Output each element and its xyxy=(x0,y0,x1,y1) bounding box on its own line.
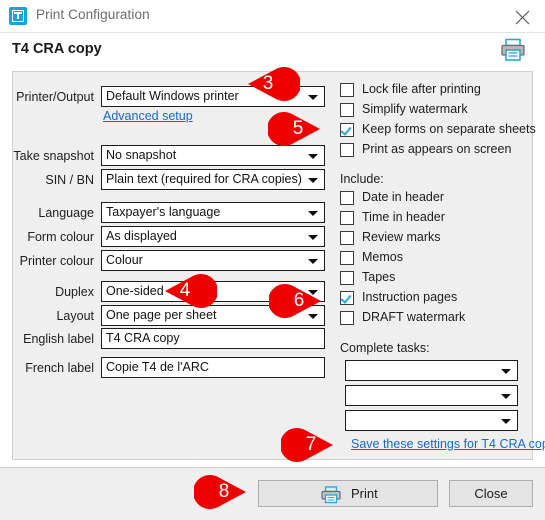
callout-number: 3 xyxy=(262,73,274,94)
checkbox-label: Review marks xyxy=(362,230,441,244)
chevron-down-icon xyxy=(501,394,511,399)
callout-number: 6 xyxy=(293,290,305,311)
checkbox-label: Tapes xyxy=(362,270,396,284)
form-label: Language xyxy=(38,206,94,220)
combo-box[interactable]: Colour xyxy=(101,250,325,271)
checkbox-icon[interactable] xyxy=(340,251,354,265)
close-button[interactable]: Close xyxy=(449,480,533,507)
printer-glyph xyxy=(321,486,341,504)
chevron-down-icon xyxy=(501,369,511,374)
checkbox-icon[interactable] xyxy=(340,191,354,205)
complete-tasks-heading: Complete tasks: xyxy=(340,341,430,355)
form-label: Duplex xyxy=(55,285,94,299)
advanced-setup-link[interactable]: Advanced setup xyxy=(103,109,193,123)
window-title: Print Configuration xyxy=(36,7,150,22)
chevron-down-icon xyxy=(308,178,318,183)
text-input[interactable]: Copie T4 de l'ARC xyxy=(101,357,325,378)
callout-number: 8 xyxy=(218,481,230,502)
checkbox-checked-icon[interactable] xyxy=(340,123,354,137)
combo-box[interactable]: Plain text (required for CRA copies) xyxy=(101,169,325,190)
form-label: Layout xyxy=(56,309,94,323)
print-button-label: Print xyxy=(351,486,378,501)
form-label: SIN / BN xyxy=(45,173,94,187)
form-label: English label xyxy=(23,332,94,346)
form-label: French label xyxy=(25,361,94,375)
printer-glyph xyxy=(501,38,525,61)
field-value: As displayed xyxy=(106,229,177,243)
callout-marker: 7 xyxy=(281,424,335,466)
chevron-down-icon xyxy=(308,211,318,216)
form-label: Printer/Output xyxy=(16,90,94,104)
complete-task-combo[interactable] xyxy=(345,385,518,406)
checkbox-icon[interactable] xyxy=(340,211,354,225)
checkbox-icon[interactable] xyxy=(340,271,354,285)
field-value: Taxpayer's language xyxy=(106,205,221,219)
checkbox-checked-icon[interactable] xyxy=(340,291,354,305)
callout-number: 5 xyxy=(292,118,304,139)
callout-marker: 3 xyxy=(246,63,300,105)
field-value: Default Windows printer xyxy=(106,89,239,103)
close-glyph xyxy=(515,10,530,25)
checkbox-label: Date in header xyxy=(362,190,445,204)
checkbox-label: Keep forms on separate sheets xyxy=(362,122,536,136)
callout-number: 4 xyxy=(179,280,191,301)
title-bar: Print Configuration xyxy=(0,0,545,33)
complete-task-combo[interactable] xyxy=(345,360,518,381)
chevron-down-icon xyxy=(308,95,318,100)
checkbox-label: DRAFT watermark xyxy=(362,310,466,324)
field-value: T4 CRA copy xyxy=(106,331,180,345)
checkbox-icon[interactable] xyxy=(340,143,354,157)
checkbox-icon[interactable] xyxy=(340,231,354,245)
field-value: Plain text (required for CRA copies) xyxy=(106,172,302,186)
checkbox-label: Instruction pages xyxy=(362,290,458,304)
taxprep-app-icon xyxy=(9,7,27,25)
field-value: One-sided xyxy=(106,284,164,298)
combo-box[interactable]: As displayed xyxy=(101,226,325,247)
checkbox-icon[interactable] xyxy=(340,311,354,325)
print-button[interactable]: Print xyxy=(258,480,438,507)
chevron-down-icon xyxy=(501,419,511,424)
form-label: Form colour xyxy=(27,230,94,244)
printer-icon xyxy=(321,486,341,507)
checkbox-icon[interactable] xyxy=(340,103,354,117)
checkbox-label: Lock file after printing xyxy=(362,82,481,96)
checkbox-label: Memos xyxy=(362,250,403,264)
field-value: Colour xyxy=(106,253,143,267)
close-icon[interactable] xyxy=(500,0,545,31)
chevron-down-icon xyxy=(308,154,318,159)
form-label: Printer colour xyxy=(19,254,94,268)
page-title: T4 CRA copy xyxy=(12,41,102,57)
printer-icon[interactable] xyxy=(500,38,526,67)
callout-number: 7 xyxy=(305,434,317,455)
chevron-down-icon xyxy=(308,259,318,264)
chevron-down-icon xyxy=(308,235,318,240)
save-settings-link[interactable]: Save these settings for T4 CRA copy xyxy=(351,437,545,451)
field-value: No snapshot xyxy=(106,148,177,162)
field-value: Copie T4 de l'ARC xyxy=(106,360,209,374)
callout-marker: 4 xyxy=(163,270,217,312)
include-heading: Include: xyxy=(340,172,384,186)
form-label: Take snapshot xyxy=(13,149,94,163)
callout-marker: 5 xyxy=(268,108,322,150)
text-input[interactable]: T4 CRA copy xyxy=(101,328,325,349)
checkbox-label: Print as appears on screen xyxy=(362,142,512,156)
checkbox-icon[interactable] xyxy=(340,83,354,97)
combo-box[interactable]: Taxpayer's language xyxy=(101,202,325,223)
checkbox-label: Time in header xyxy=(362,210,445,224)
checkbox-label: Simplify watermark xyxy=(362,102,468,116)
complete-task-combo[interactable] xyxy=(345,410,518,431)
callout-marker: 6 xyxy=(269,280,323,322)
callout-marker: 8 xyxy=(194,471,248,513)
